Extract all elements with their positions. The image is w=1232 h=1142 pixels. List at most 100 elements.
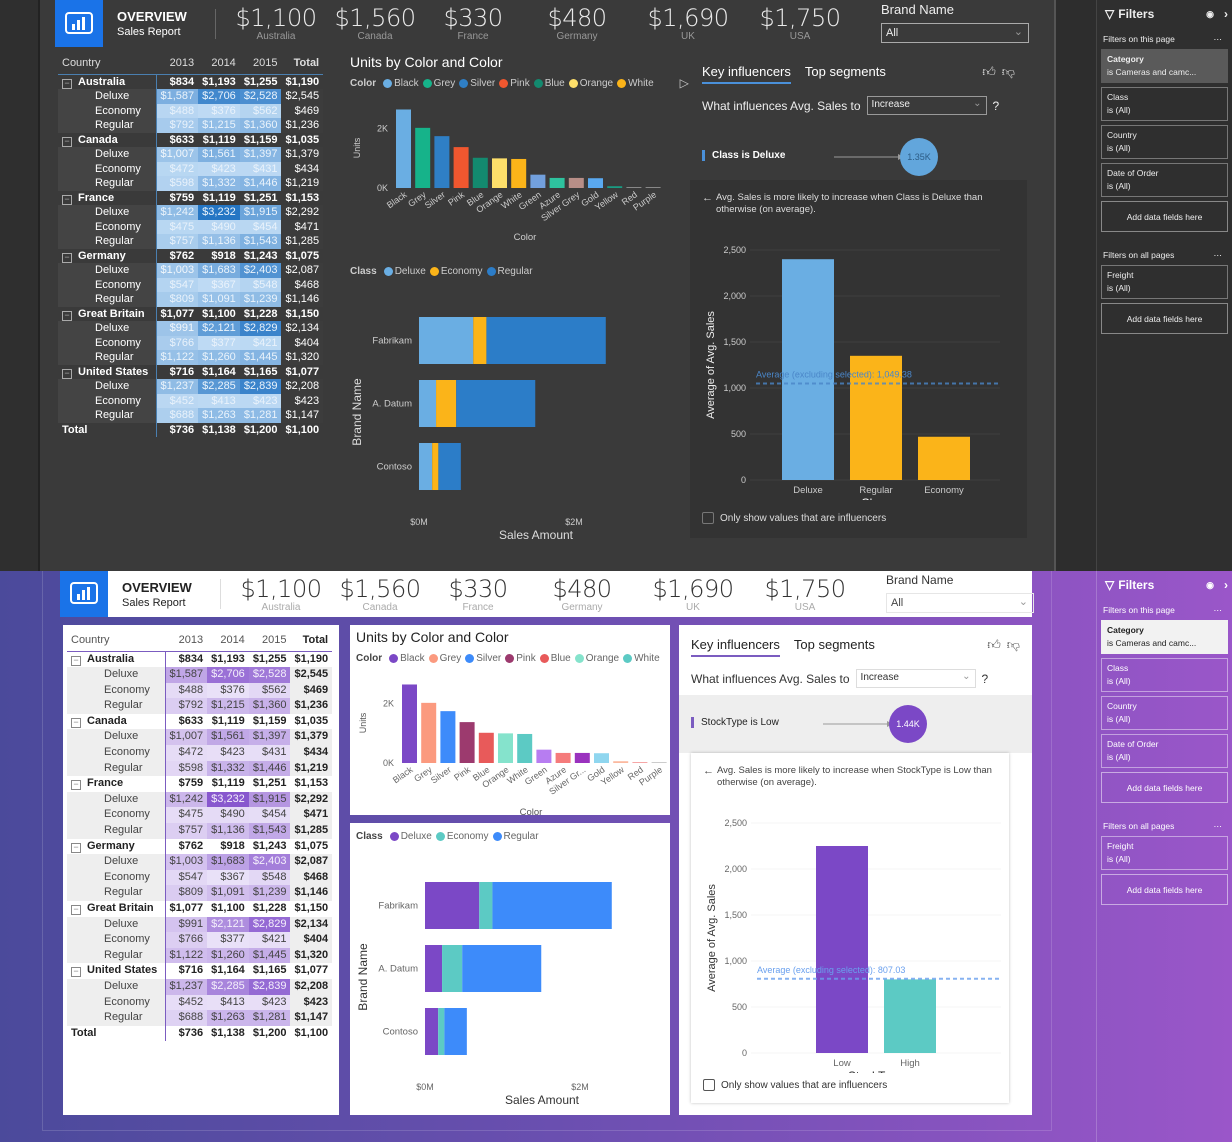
collapse-icon[interactable]: − <box>71 967 81 978</box>
legend-item-white[interactable]: White <box>623 653 660 664</box>
more-options-icon[interactable]: ⋯ <box>1214 34 1223 45</box>
collapse-icon[interactable]: − <box>71 905 81 915</box>
filter-card-category[interactable]: Category is Cameras and camc... <box>1101 620 1228 654</box>
row-header[interactable]: − Great Britain <box>58 307 156 322</box>
add-data-fields-all[interactable]: Add data fields here <box>1101 303 1228 334</box>
row-header[interactable]: − Great Britain <box>67 901 165 917</box>
legend-item-grey[interactable]: Grey <box>428 653 461 664</box>
row-header[interactable]: − France <box>58 191 156 206</box>
add-data-fields-all[interactable]: Add data fields here <box>1101 874 1228 905</box>
thumbs-up-icon[interactable]: 👍︎ <box>987 637 1001 653</box>
row-header[interactable]: − Australia <box>58 74 156 89</box>
legend-item-deluxe[interactable]: Deluxe <box>383 266 426 277</box>
filter-card-country[interactable]: Country is (All) <box>1101 125 1228 159</box>
legend-item-white[interactable]: White <box>617 78 654 89</box>
column-header-country[interactable]: Country <box>67 629 165 652</box>
filter-card-freight[interactable]: Freight is (All) <box>1101 265 1228 299</box>
column-header-total[interactable]: Total <box>290 629 333 652</box>
column-header-2014[interactable]: 2014 <box>198 52 240 75</box>
add-data-fields-page[interactable]: Add data fields here <box>1101 201 1228 232</box>
collapse-icon[interactable]: − <box>71 842 81 853</box>
matrix-cell: $469 <box>281 103 324 118</box>
matrix-subrow: Economy $475 $490 $454 $471 <box>67 807 333 824</box>
legend-item-black[interactable]: Black <box>389 653 425 664</box>
row-header[interactable]: − France <box>67 776 165 792</box>
increase-dropdown[interactable]: Increase ⌄ <box>866 96 987 115</box>
row-label: Deluxe <box>104 792 139 805</box>
collapse-icon[interactable]: − <box>62 252 72 263</box>
column-header-2015[interactable]: 2015 <box>248 629 291 652</box>
legend-item-pink[interactable]: Pink <box>505 653 536 664</box>
legend-item-orange[interactable]: Orange <box>574 653 619 664</box>
column-header-2014[interactable]: 2014 <box>207 629 249 652</box>
collapse-chevron-icon[interactable]: › <box>1224 578 1228 592</box>
filter-card-category[interactable]: Category is Cameras and camc... <box>1101 49 1228 83</box>
collapse-icon[interactable]: − <box>62 194 72 205</box>
eye-icon[interactable]: ◉ <box>1206 580 1214 591</box>
collapse-icon[interactable]: − <box>71 717 81 728</box>
influencer-row[interactable]: StockType is Low 1.44K <box>679 695 1032 753</box>
filter-card-date-of-order[interactable]: Date of Order is (All) <box>1101 734 1228 768</box>
collapse-icon[interactable]: − <box>62 310 72 321</box>
thumbs-down-icon[interactable]: 👎︎ <box>1002 64 1015 80</box>
increase-dropdown[interactable]: Increase ⌄ <box>855 669 976 688</box>
legend-item-grey[interactable]: Grey <box>422 78 455 89</box>
legend-item-economy[interactable]: Economy <box>435 831 489 842</box>
brand-name-dropdown[interactable]: All ⌄ <box>881 23 1029 43</box>
tab-key-influencers[interactable]: Key influencers <box>691 637 780 657</box>
row-header[interactable]: − Germany <box>58 249 156 264</box>
more-options-icon[interactable]: ⋯ <box>1214 605 1223 616</box>
row-header[interactable]: − Australia <box>67 651 165 667</box>
legend-item-black[interactable]: Black <box>383 78 419 89</box>
more-options-icon[interactable]: ⋯ <box>1214 250 1223 261</box>
back-arrow-icon[interactable]: ← <box>703 765 714 777</box>
row-header[interactable]: − United States <box>67 963 165 979</box>
thumbs-up-icon[interactable]: 👍︎ <box>982 64 996 80</box>
influencers-only-checkbox[interactable] <box>703 1079 715 1091</box>
tab-top-segments[interactable]: Top segments <box>805 64 886 84</box>
influencers-only-checkbox[interactable] <box>702 512 714 524</box>
collapse-chevron-icon[interactable]: › <box>1224 7 1228 21</box>
collapse-icon[interactable]: − <box>62 78 72 89</box>
eye-icon[interactable]: ◉ <box>1206 9 1214 20</box>
collapse-icon[interactable]: − <box>71 655 81 666</box>
help-icon[interactable]: ? <box>993 99 1000 113</box>
row-header[interactable]: − Canada <box>67 714 165 730</box>
legend-item-regular[interactable]: Regular <box>492 831 539 842</box>
collapse-icon[interactable]: − <box>62 368 72 379</box>
tab-top-segments[interactable]: Top segments <box>794 637 875 657</box>
legend-item-silver[interactable]: Silver <box>465 653 501 664</box>
legend-item-economy[interactable]: Economy <box>429 266 483 277</box>
legend-item-pink[interactable]: Pink <box>499 78 530 89</box>
more-options-icon[interactable]: ⋯ <box>1214 821 1223 832</box>
legend-item-orange[interactable]: Orange <box>568 78 613 89</box>
collapse-icon[interactable]: − <box>71 780 81 791</box>
column-header-2015[interactable]: 2015 <box>239 52 282 75</box>
add-data-fields-page[interactable]: Add data fields here <box>1101 772 1228 803</box>
row-header[interactable]: − Canada <box>58 133 156 148</box>
filter-card-date-of-order[interactable]: Date of Order is (All) <box>1101 163 1228 197</box>
tab-key-influencers[interactable]: Key influencers <box>702 64 791 84</box>
column-header-total[interactable]: Total <box>281 52 324 75</box>
back-arrow-icon[interactable]: ← <box>702 192 713 204</box>
thumbs-down-icon[interactable]: 👎︎ <box>1007 637 1020 653</box>
column-header-2013[interactable]: 2013 <box>165 629 208 652</box>
row-header[interactable]: − Germany <box>67 839 165 855</box>
legend-item-regular[interactable]: Regular <box>486 266 533 277</box>
filter-card-class[interactable]: Class is (All) <box>1101 658 1228 692</box>
legend-item-blue[interactable]: Blue <box>539 653 571 664</box>
help-icon[interactable]: ? <box>982 672 989 686</box>
filter-card-country[interactable]: Country is (All) <box>1101 696 1228 730</box>
legend-next-arrow-icon[interactable]: ▷ <box>680 76 689 90</box>
filter-card-freight[interactable]: Freight is (All) <box>1101 836 1228 870</box>
filter-card-class[interactable]: Class is (All) <box>1101 87 1228 121</box>
influencer-row[interactable]: Class is Deluxe 1.35K <box>690 128 1027 186</box>
legend-item-deluxe[interactable]: Deluxe <box>389 831 432 842</box>
column-header-country[interactable]: Country <box>58 52 156 75</box>
brand-name-dropdown[interactable]: All ⌄ <box>886 593 1034 613</box>
legend-item-blue[interactable]: Blue <box>533 78 565 89</box>
collapse-icon[interactable]: − <box>62 136 72 147</box>
row-header[interactable]: − United States <box>58 365 156 380</box>
legend-item-silver[interactable]: Silver <box>459 78 495 89</box>
column-header-2013[interactable]: 2013 <box>156 52 199 75</box>
